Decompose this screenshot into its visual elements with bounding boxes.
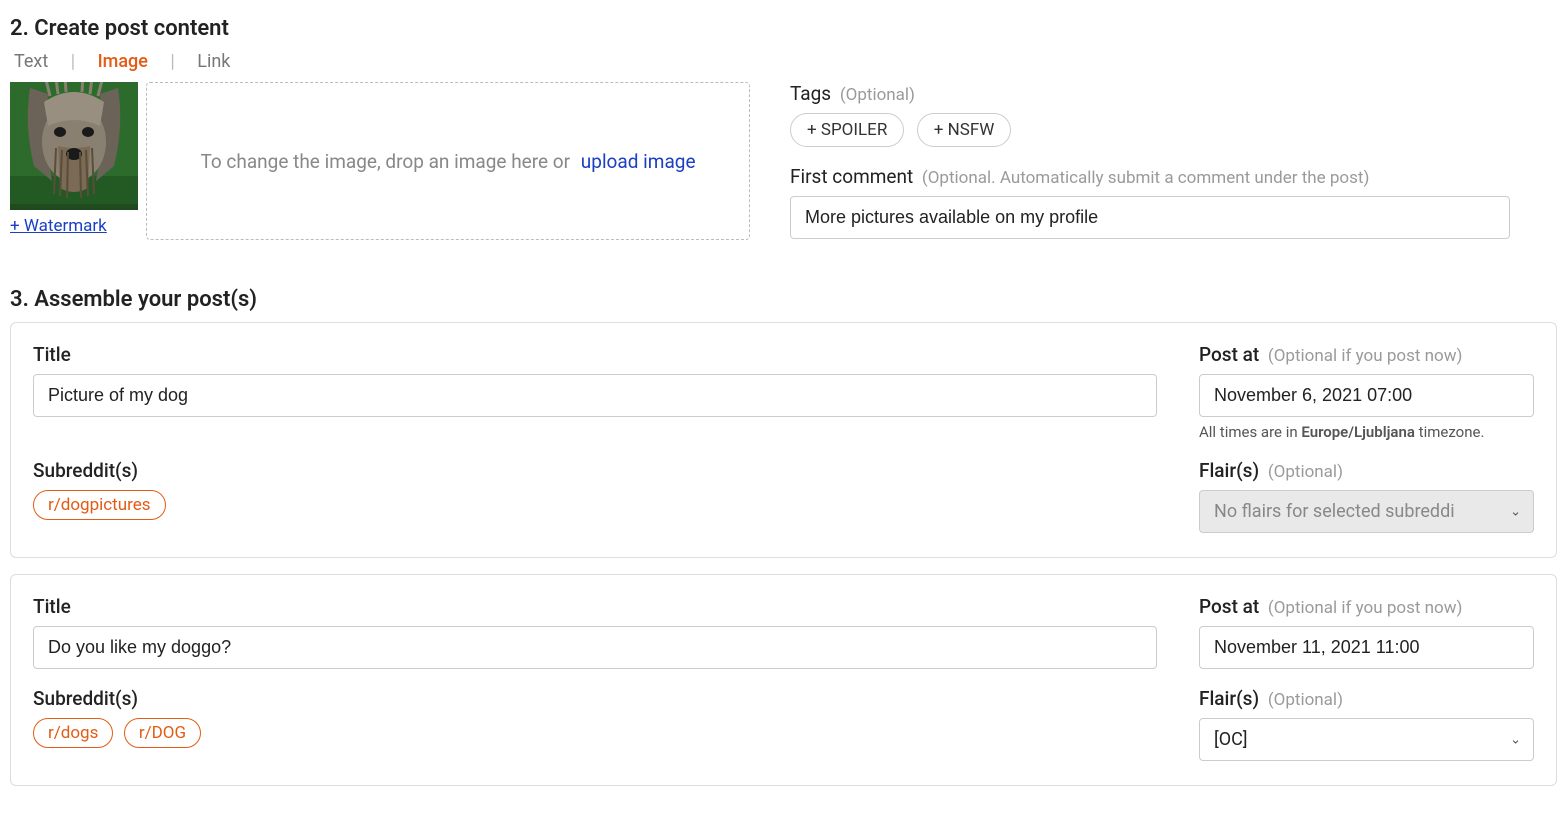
content-type-tabs: Text | Image | Link [10, 51, 1557, 72]
tag-nsfw-button[interactable]: + NSFW [917, 113, 1012, 147]
tab-image[interactable]: Image [94, 51, 152, 72]
title-label: Title [33, 595, 1157, 618]
flair-label: Flair(s) [1199, 459, 1259, 482]
subreddit-pills: r/dogpictures [33, 490, 1157, 520]
postat-optional: (Optional if you post now) [1268, 346, 1462, 366]
tab-separator: | [57, 51, 89, 72]
first-comment-optional: (Optional. Automatically submit a commen… [922, 168, 1369, 188]
tags-optional: (Optional) [840, 85, 915, 105]
subreddit-pill[interactable]: r/DOG [124, 718, 201, 748]
section-heading-create-content: 2. Create post content [10, 16, 1557, 41]
postat-input[interactable] [1199, 626, 1534, 669]
first-comment-label: First comment [790, 165, 913, 188]
dropzone-text: To change the image, drop an image here … [200, 150, 570, 173]
tag-spoiler-button[interactable]: + SPOILER [790, 113, 904, 147]
flair-select: No flairs for selected subreddi ⌄ [1199, 490, 1534, 533]
postat-label: Post at [1199, 595, 1259, 618]
tab-text[interactable]: Text [10, 51, 52, 72]
subreddit-pill[interactable]: r/dogpictures [33, 490, 166, 520]
title-input[interactable] [33, 374, 1157, 417]
tab-separator: | [156, 51, 188, 72]
chevron-down-icon: ⌄ [1510, 732, 1521, 747]
timezone-note: All times are in Europe/Ljubljana timezo… [1199, 423, 1534, 441]
upload-image-link[interactable]: upload image [581, 150, 696, 173]
section-heading-assemble: 3. Assemble your post(s) [10, 287, 1557, 312]
tags-label: Tags [790, 82, 831, 105]
subreddit-pills: r/dogs r/DOG [33, 718, 1157, 748]
first-comment-input[interactable] [790, 196, 1510, 239]
image-dropzone[interactable]: To change the image, drop an image here … [146, 82, 750, 240]
image-thumbnail[interactable] [10, 82, 138, 210]
tab-link[interactable]: Link [193, 51, 234, 72]
postat-optional: (Optional if you post now) [1268, 598, 1462, 618]
post-card: Title Post at (Optional if you post now)… [10, 574, 1557, 786]
subreddit-label: Subreddit(s) [33, 459, 1157, 482]
post-card: Title Post at (Optional if you post now)… [10, 322, 1557, 558]
title-input[interactable] [33, 626, 1157, 669]
watermark-link[interactable]: + Watermark [10, 216, 140, 236]
subreddit-pill[interactable]: r/dogs [33, 718, 113, 748]
flair-label: Flair(s) [1199, 687, 1259, 710]
postat-input[interactable] [1199, 374, 1534, 417]
subreddit-label: Subreddit(s) [33, 687, 1157, 710]
flair-select[interactable]: [OC] ⌄ [1199, 718, 1534, 761]
flair-optional: (Optional) [1268, 462, 1343, 482]
title-label: Title [33, 343, 1157, 366]
chevron-down-icon: ⌄ [1510, 504, 1521, 519]
postat-label: Post at [1199, 343, 1259, 366]
flair-optional: (Optional) [1268, 690, 1343, 710]
